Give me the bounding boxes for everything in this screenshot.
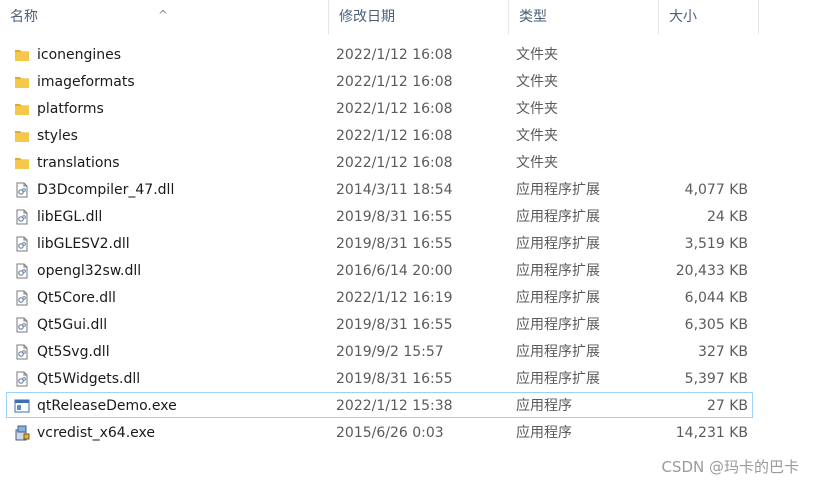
file-name: vcredist_x64.exe: [37, 425, 155, 441]
file-name: Qt5Gui.dll: [37, 317, 108, 333]
file-type: 应用程序扩展: [516, 236, 600, 252]
file-type: 应用程序: [516, 398, 572, 414]
file-size: 4,077 KB: [684, 182, 748, 198]
folder-icon: [14, 74, 30, 90]
file-row[interactable]: D3Dcompiler_47.dll 2014/3/11 18:54 应用程序扩展 4…: [6, 176, 753, 202]
file-row[interactable]: platforms 2022/1/12 16:08 文件夹: [6, 95, 753, 121]
dll-file-icon: [14, 371, 30, 387]
column-header-name-label: 名称: [10, 9, 38, 25]
folder-icon: [14, 101, 30, 117]
file-type: 文件夹: [516, 47, 558, 63]
file-modified-date: 2022/1/12 15:38: [336, 398, 453, 414]
file-row[interactable]: Qt5Gui.dll 2019/8/31 16:55 应用程序扩展 6,305 KB: [6, 311, 753, 337]
file-modified-date: 2022/1/12 16:08: [336, 101, 453, 117]
file-name: D3Dcompiler_47.dll: [37, 182, 175, 198]
file-size: 327 KB: [698, 344, 748, 360]
file-modified-date: 2019/9/2 15:57: [336, 344, 444, 360]
file-row[interactable]: Qt5Svg.dll 2019/9/2 15:57 应用程序扩展 327 KB: [6, 338, 753, 364]
file-modified-date: 2019/8/31 16:55: [336, 371, 453, 387]
file-name: translations: [37, 155, 120, 171]
file-size: 6,044 KB: [684, 290, 748, 306]
file-modified-date: 2019/8/31 16:55: [336, 209, 453, 225]
file-size: 27 KB: [706, 398, 748, 414]
file-row[interactable]: translations 2022/1/12 16:08 文件夹: [6, 149, 753, 175]
file-modified-date: 2022/1/12 16:19: [336, 290, 453, 306]
file-name: platforms: [37, 101, 104, 117]
file-row[interactable]: imageformats 2022/1/12 16:08 文件夹: [6, 68, 753, 94]
file-row[interactable]: Qt5Widgets.dll 2019/8/31 16:55 应用程序扩展 5,397…: [6, 365, 753, 391]
file-type: 应用程序扩展: [516, 344, 600, 360]
file-name: imageformats: [37, 74, 135, 90]
file-type: 应用程序扩展: [516, 182, 600, 198]
dll-file-icon: [14, 236, 30, 252]
watermark: CSDN @玛卡的巴卡: [661, 458, 799, 476]
column-header-name[interactable]: 名称 ^: [0, 0, 329, 34]
column-header-size-label: 大小: [669, 9, 697, 25]
file-size: 3,519 KB: [684, 236, 748, 252]
file-modified-date: 2022/1/12 16:08: [336, 155, 453, 171]
file-type: 文件夹: [516, 101, 558, 117]
folder-icon: [14, 128, 30, 144]
column-header-date[interactable]: 修改日期: [329, 0, 509, 34]
file-row[interactable]: opengl32sw.dll 2016/6/14 20:00 应用程序扩展 20,43…: [6, 257, 753, 283]
file-name: iconengines: [37, 47, 122, 63]
dll-file-icon: [14, 290, 30, 306]
dll-file-icon: [14, 344, 30, 360]
file-row[interactable]: qtReleaseDemo.exe 2022/1/12 15:38 应用程序 27 K…: [6, 392, 753, 418]
file-name: Qt5Svg.dll: [37, 344, 110, 360]
file-size: 5,397 KB: [684, 371, 748, 387]
column-header-size[interactable]: 大小: [659, 0, 759, 34]
dll-file-icon: [14, 263, 30, 279]
file-name: qtReleaseDemo.exe: [37, 398, 177, 414]
dll-file-icon: [14, 317, 30, 333]
column-header-type[interactable]: 类型: [509, 0, 659, 34]
file-type: 应用程序扩展: [516, 209, 600, 225]
file-size: 20,433 KB: [675, 263, 748, 279]
installer-icon: [14, 425, 30, 441]
file-name: opengl32sw.dll: [37, 263, 142, 279]
folder-icon: [14, 155, 30, 171]
file-modified-date: 2014/3/11 18:54: [336, 182, 453, 198]
file-name: Qt5Widgets.dll: [37, 371, 141, 387]
file-modified-date: 2019/8/31 16:55: [336, 317, 453, 333]
column-header-date-label: 修改日期: [339, 9, 395, 25]
column-header-type-label: 类型: [519, 9, 547, 25]
file-modified-date: 2022/1/12 16:08: [336, 74, 453, 90]
exe-app-icon: [14, 398, 30, 414]
file-row[interactable]: styles 2022/1/12 16:08 文件夹: [6, 122, 753, 148]
file-row[interactable]: vcredist_x64.exe 2015/6/26 0:03 应用程序 14,231…: [6, 419, 753, 445]
file-type: 应用程序扩展: [516, 263, 600, 279]
file-modified-date: 2022/1/12 16:08: [336, 128, 453, 144]
file-modified-date: 2022/1/12 16:08: [336, 47, 453, 63]
folder-icon: [14, 47, 30, 63]
file-name: styles: [37, 128, 78, 144]
file-type: 文件夹: [516, 74, 558, 90]
file-size: 24 KB: [706, 209, 748, 225]
file-row[interactable]: libGLESV2.dll 2019/8/31 16:55 应用程序扩展 3,519 …: [6, 230, 753, 256]
file-row[interactable]: iconengines 2022/1/12 16:08 文件夹: [6, 41, 753, 67]
file-type: 文件夹: [516, 155, 558, 171]
sort-ascending-icon: ^: [158, 8, 169, 22]
file-size: 14,231 KB: [675, 425, 748, 441]
file-type: 应用程序扩展: [516, 290, 600, 306]
dll-file-icon: [14, 182, 30, 198]
file-type: 应用程序扩展: [516, 317, 600, 333]
column-header-bar: 名称 ^ 修改日期 类型 大小: [0, 0, 815, 34]
file-type: 应用程序: [516, 425, 572, 441]
file-type: 应用程序扩展: [516, 371, 600, 387]
file-name: libEGL.dll: [37, 209, 103, 225]
file-name: libGLESV2.dll: [37, 236, 130, 252]
file-row[interactable]: Qt5Core.dll 2022/1/12 16:19 应用程序扩展 6,044 KB: [6, 284, 753, 310]
file-modified-date: 2016/6/14 20:00: [336, 263, 453, 279]
file-type: 文件夹: [516, 128, 558, 144]
file-row[interactable]: libEGL.dll 2019/8/31 16:55 应用程序扩展 24 KB: [6, 203, 753, 229]
file-modified-date: 2015/6/26 0:03: [336, 425, 444, 441]
file-name: Qt5Core.dll: [37, 290, 116, 306]
file-size: 6,305 KB: [684, 317, 748, 333]
file-modified-date: 2019/8/31 16:55: [336, 236, 453, 252]
dll-file-icon: [14, 209, 30, 225]
